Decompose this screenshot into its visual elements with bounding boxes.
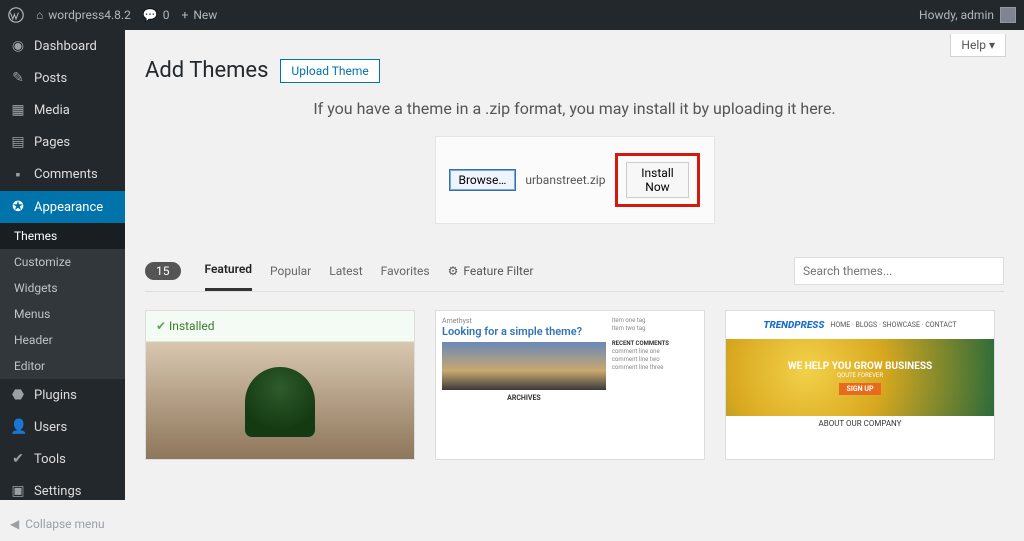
sidebar-item-plugins[interactable]: ⬣ Plugins bbox=[0, 379, 125, 411]
site-link[interactable]: ⌂ wordpress4.8.2 bbox=[36, 8, 131, 22]
home-icon: ⌂ bbox=[36, 8, 43, 22]
sidebar-item-tools[interactable]: ✔ Tools bbox=[0, 443, 125, 475]
help-tab[interactable]: Help ▾ bbox=[950, 34, 1006, 57]
help-label: Help bbox=[961, 38, 986, 52]
brush-icon: ✪ bbox=[10, 199, 26, 215]
submenu-customize[interactable]: Customize bbox=[0, 249, 125, 275]
gear-icon: ⚙ bbox=[448, 264, 459, 278]
sidebar-label: Users bbox=[34, 420, 67, 435]
browse-button[interactable]: Browse… bbox=[450, 170, 516, 190]
sidebar-label: Comments bbox=[34, 167, 98, 182]
submenu-editor[interactable]: Editor bbox=[0, 353, 125, 379]
theme-nav: HOME · BLOGS · SHOWCASE · CONTACT bbox=[830, 321, 956, 329]
feature-filter-label: Feature Filter bbox=[463, 264, 533, 278]
site-name: wordpress4.8.2 bbox=[48, 8, 131, 22]
sidebar-item-dashboard[interactable]: ◉ Dashboard bbox=[0, 30, 125, 62]
collapse-label: Collapse menu bbox=[25, 517, 104, 531]
sidebar-item-comments[interactable]: ▪ Comments bbox=[0, 158, 125, 191]
sidebar-item-posts[interactable]: ✎ Posts bbox=[0, 62, 125, 94]
plugin-icon: ⬣ bbox=[10, 387, 26, 403]
selected-filename: urbanstreet.zip bbox=[525, 173, 605, 187]
filter-bar: 15 Featured Popular Latest Favorites ⚙ Fe… bbox=[145, 250, 1004, 292]
page-title: Add Themes bbox=[145, 58, 268, 83]
sidebar-item-appearance[interactable]: ✪ Appearance bbox=[0, 191, 125, 223]
plus-icon: + bbox=[182, 8, 189, 22]
tab-featured[interactable]: Featured bbox=[205, 250, 253, 291]
tab-latest[interactable]: Latest bbox=[329, 252, 362, 290]
theme-thumbnail bbox=[146, 342, 414, 460]
sidebar-label: Settings bbox=[34, 484, 81, 499]
sidebar-item-pages[interactable]: ▤ Pages bbox=[0, 126, 125, 158]
theme-thumbnail: Amethyst Looking for a simple theme? ARC… bbox=[436, 311, 704, 431]
feature-filter-button[interactable]: ⚙ Feature Filter bbox=[448, 264, 534, 278]
comments-link[interactable]: 💬 0 bbox=[143, 8, 170, 22]
check-icon: ✔ bbox=[156, 319, 166, 333]
theme-section: ARCHIVES bbox=[442, 394, 606, 402]
install-highlight: Install Now bbox=[615, 153, 699, 207]
theme-card[interactable]: TRENDPRESS HOME · BLOGS · SHOWCASE · CONT… bbox=[725, 310, 995, 460]
sidebar-item-users[interactable]: 👤 Users bbox=[0, 411, 125, 443]
admin-sidebar: ◉ Dashboard ✎ Posts ▦ Media ▤ Pages ▪ Comment… bbox=[0, 30, 125, 500]
sidebar-label: Posts bbox=[34, 71, 67, 86]
installed-badge: ✔ Installed bbox=[146, 311, 414, 342]
tab-popular[interactable]: Popular bbox=[270, 252, 311, 290]
comment-icon: 💬 bbox=[143, 8, 158, 22]
page-icon: ▤ bbox=[10, 134, 26, 150]
avatar bbox=[1000, 7, 1016, 23]
install-now-button[interactable]: Install Now bbox=[626, 162, 688, 198]
sidebar-item-media[interactable]: ▦ Media bbox=[0, 94, 125, 126]
hero-cta: SIGN UP bbox=[839, 383, 882, 395]
installed-label: Installed bbox=[169, 319, 215, 333]
account-menu[interactable]: Howdy, admin bbox=[919, 7, 1016, 23]
pin-icon: ✎ bbox=[10, 70, 26, 86]
sidebar-label: Dashboard bbox=[34, 39, 97, 54]
upload-message: If you have a theme in a .zip format, yo… bbox=[145, 99, 1004, 118]
howdy-text: Howdy, admin bbox=[919, 8, 994, 22]
theme-brand: Amethyst bbox=[442, 317, 606, 325]
content-area: Help ▾ Add Themes Upload Theme If you ha… bbox=[125, 30, 1024, 500]
comment-icon: ▪ bbox=[10, 166, 26, 183]
upload-theme-button[interactable]: Upload Theme bbox=[280, 59, 379, 83]
theme-logo: TRENDPRESS bbox=[763, 320, 824, 331]
theme-grid: ✔ Installed Amethyst Looking for a simpl… bbox=[145, 310, 1004, 460]
submenu-menus[interactable]: Menus bbox=[0, 301, 125, 327]
theme-thumbnail: TRENDPRESS HOME · BLOGS · SHOWCASE · CONT… bbox=[726, 311, 994, 431]
submenu-widgets[interactable]: Widgets bbox=[0, 275, 125, 301]
hero-title: WE HELP YOU GROW BUSINESS bbox=[788, 361, 932, 372]
search-themes-input[interactable] bbox=[794, 257, 1004, 285]
hero-sub: QOUTE FOREVER bbox=[837, 372, 883, 379]
sidebar-label: Media bbox=[34, 103, 70, 118]
theme-section: RECENT COMMENTS bbox=[612, 340, 698, 348]
sidebar-label: Pages bbox=[34, 135, 70, 150]
appearance-submenu: Themes Customize Widgets Menus Header Ed… bbox=[0, 223, 125, 379]
collapse-menu[interactable]: ◀ Collapse menu bbox=[0, 507, 125, 541]
dashboard-icon: ◉ bbox=[10, 38, 26, 54]
tool-icon: ✔ bbox=[10, 451, 26, 467]
theme-count: 15 bbox=[145, 262, 181, 280]
sidebar-item-settings[interactable]: ▣ Settings bbox=[0, 475, 125, 507]
sidebar-label: Tools bbox=[34, 452, 66, 467]
settings-icon: ▣ bbox=[10, 483, 26, 499]
new-label: New bbox=[193, 8, 217, 22]
chevron-down-icon: ▾ bbox=[989, 38, 995, 52]
user-icon: 👤 bbox=[10, 419, 26, 435]
wp-logo[interactable] bbox=[8, 7, 24, 23]
theme-card[interactable]: ✔ Installed bbox=[145, 310, 415, 460]
submenu-header[interactable]: Header bbox=[0, 327, 125, 353]
theme-strip: ABOUT OUR COMPANY bbox=[726, 416, 994, 431]
upload-form: Browse… urbanstreet.zip Install Now bbox=[435, 136, 715, 224]
tab-favorites[interactable]: Favorites bbox=[381, 252, 430, 290]
sidebar-label: Appearance bbox=[34, 200, 103, 215]
new-link[interactable]: + New bbox=[182, 8, 218, 22]
theme-headline: Looking for a simple theme? bbox=[442, 325, 606, 338]
comments-count: 0 bbox=[163, 8, 170, 22]
sidebar-label: Plugins bbox=[34, 388, 77, 403]
collapse-icon: ◀ bbox=[10, 517, 19, 531]
theme-card[interactable]: Amethyst Looking for a simple theme? ARC… bbox=[435, 310, 705, 460]
submenu-themes[interactable]: Themes bbox=[0, 223, 125, 249]
admin-toolbar: ⌂ wordpress4.8.2 💬 0 + New Howdy, admin bbox=[0, 0, 1024, 30]
media-icon: ▦ bbox=[10, 102, 26, 118]
